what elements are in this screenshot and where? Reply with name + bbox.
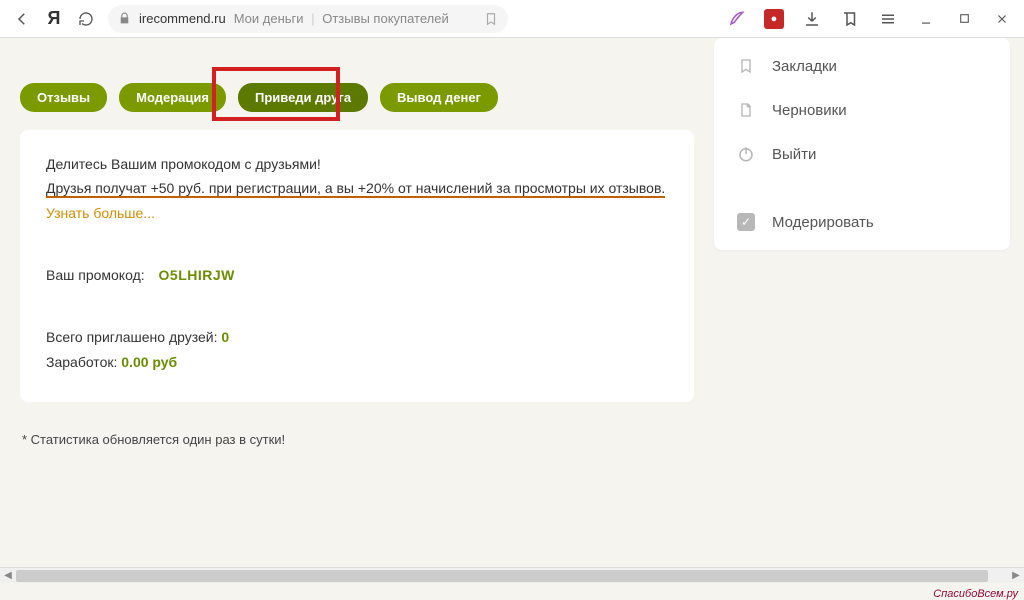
sidebar-item-label: Выйти: [772, 146, 816, 163]
sidebar-item-label: Черновики: [772, 102, 847, 119]
file-icon: [736, 100, 756, 120]
promo-code: O5LHIRJW: [159, 267, 235, 283]
bookmarks-button[interactable]: [836, 5, 864, 33]
promo-label: Ваш промокод:: [46, 267, 145, 283]
sidebar-item-bookmarks[interactable]: Закладки: [714, 44, 1010, 88]
earned-row: Заработок: 0.00 руб: [46, 352, 668, 374]
learn-more-link[interactable]: Узнать больше...: [46, 203, 668, 225]
adblock-icon[interactable]: ●: [760, 5, 788, 33]
referral-card: Делитесь Вашим промокодом с друзьями! Др…: [20, 130, 694, 402]
feather-icon[interactable]: [722, 5, 750, 33]
browser-toolbar: Я irecommend.ru Мои деньги | Отзывы поку…: [0, 0, 1024, 38]
check-icon: ✓: [736, 212, 756, 232]
minimize-button[interactable]: [912, 5, 940, 33]
tab-reviews[interactable]: Отзывы: [20, 83, 107, 112]
address-domain: irecommend.ru: [139, 11, 226, 26]
promo-row: Ваш промокод: O5LHIRJW: [46, 265, 668, 287]
sidebar-item-label: Модерировать: [772, 214, 874, 231]
side-column: Закладки Черновики Выйти ✓ Модерировать: [714, 38, 1024, 583]
earned-label: Заработок:: [46, 354, 117, 370]
side-panel: Закладки Черновики Выйти ✓ Модерировать: [714, 38, 1010, 250]
maximize-button[interactable]: [950, 5, 978, 33]
main-column: Отзывы Модерация Приведи друга Вывод ден…: [0, 38, 714, 583]
toolbar-right: ●: [722, 5, 1016, 33]
scrollbar-left-arrow[interactable]: ◀: [0, 570, 16, 581]
earned-value: 0.00 руб: [121, 354, 177, 370]
scrollbar-right-arrow[interactable]: ▶: [1008, 570, 1024, 581]
scrollbar-track[interactable]: [16, 570, 1008, 582]
address-bar[interactable]: irecommend.ru Мои деньги | Отзывы покупа…: [108, 5, 508, 33]
menu-button[interactable]: [874, 5, 902, 33]
card-highlight: Друзья получат +50 руб. при регистрации,…: [46, 178, 668, 200]
power-icon: [736, 144, 756, 164]
sidebar-item-logout[interactable]: Выйти: [714, 132, 1010, 176]
downloads-button[interactable]: [798, 5, 826, 33]
footnote: * Статистика обновляется один раз в сутк…: [22, 432, 694, 447]
reload-button[interactable]: [72, 5, 100, 33]
scrollbar-thumb[interactable]: [16, 570, 988, 582]
nav-back-button[interactable]: [8, 5, 36, 33]
yandex-letter: Я: [48, 8, 61, 29]
horizontal-scrollbar[interactable]: ◀ ▶: [0, 567, 1024, 583]
card-intro: Делитесь Вашим промокодом с друзьями!: [46, 154, 668, 176]
close-button[interactable]: [988, 5, 1016, 33]
watermark: СпасибоВсем.ру: [933, 588, 1018, 600]
tab-moderation[interactable]: Модерация: [119, 83, 226, 112]
sidebar-item-drafts[interactable]: Черновики: [714, 88, 1010, 132]
page-area: Отзывы Модерация Приведи друга Вывод ден…: [0, 38, 1024, 583]
tab-withdraw[interactable]: Вывод денег: [380, 83, 498, 112]
sidebar-item-label: Закладки: [772, 58, 837, 75]
invited-value: 0: [221, 329, 229, 345]
bookmark-icon: [736, 56, 756, 76]
bookmark-icon[interactable]: [484, 12, 498, 26]
invited-row: Всего приглашено друзей: 0: [46, 327, 668, 349]
sidebar-item-moderate[interactable]: ✓ Модерировать: [714, 200, 1010, 244]
address-title: Мои деньги | Отзывы покупателей: [234, 11, 449, 26]
tab-refer-friend[interactable]: Приведи друга: [238, 83, 368, 112]
invited-label: Всего приглашено друзей:: [46, 329, 218, 345]
tabs-row: Отзывы Модерация Приведи друга Вывод ден…: [20, 83, 694, 112]
yandex-home-button[interactable]: Я: [40, 5, 68, 33]
lock-icon: [118, 12, 131, 25]
